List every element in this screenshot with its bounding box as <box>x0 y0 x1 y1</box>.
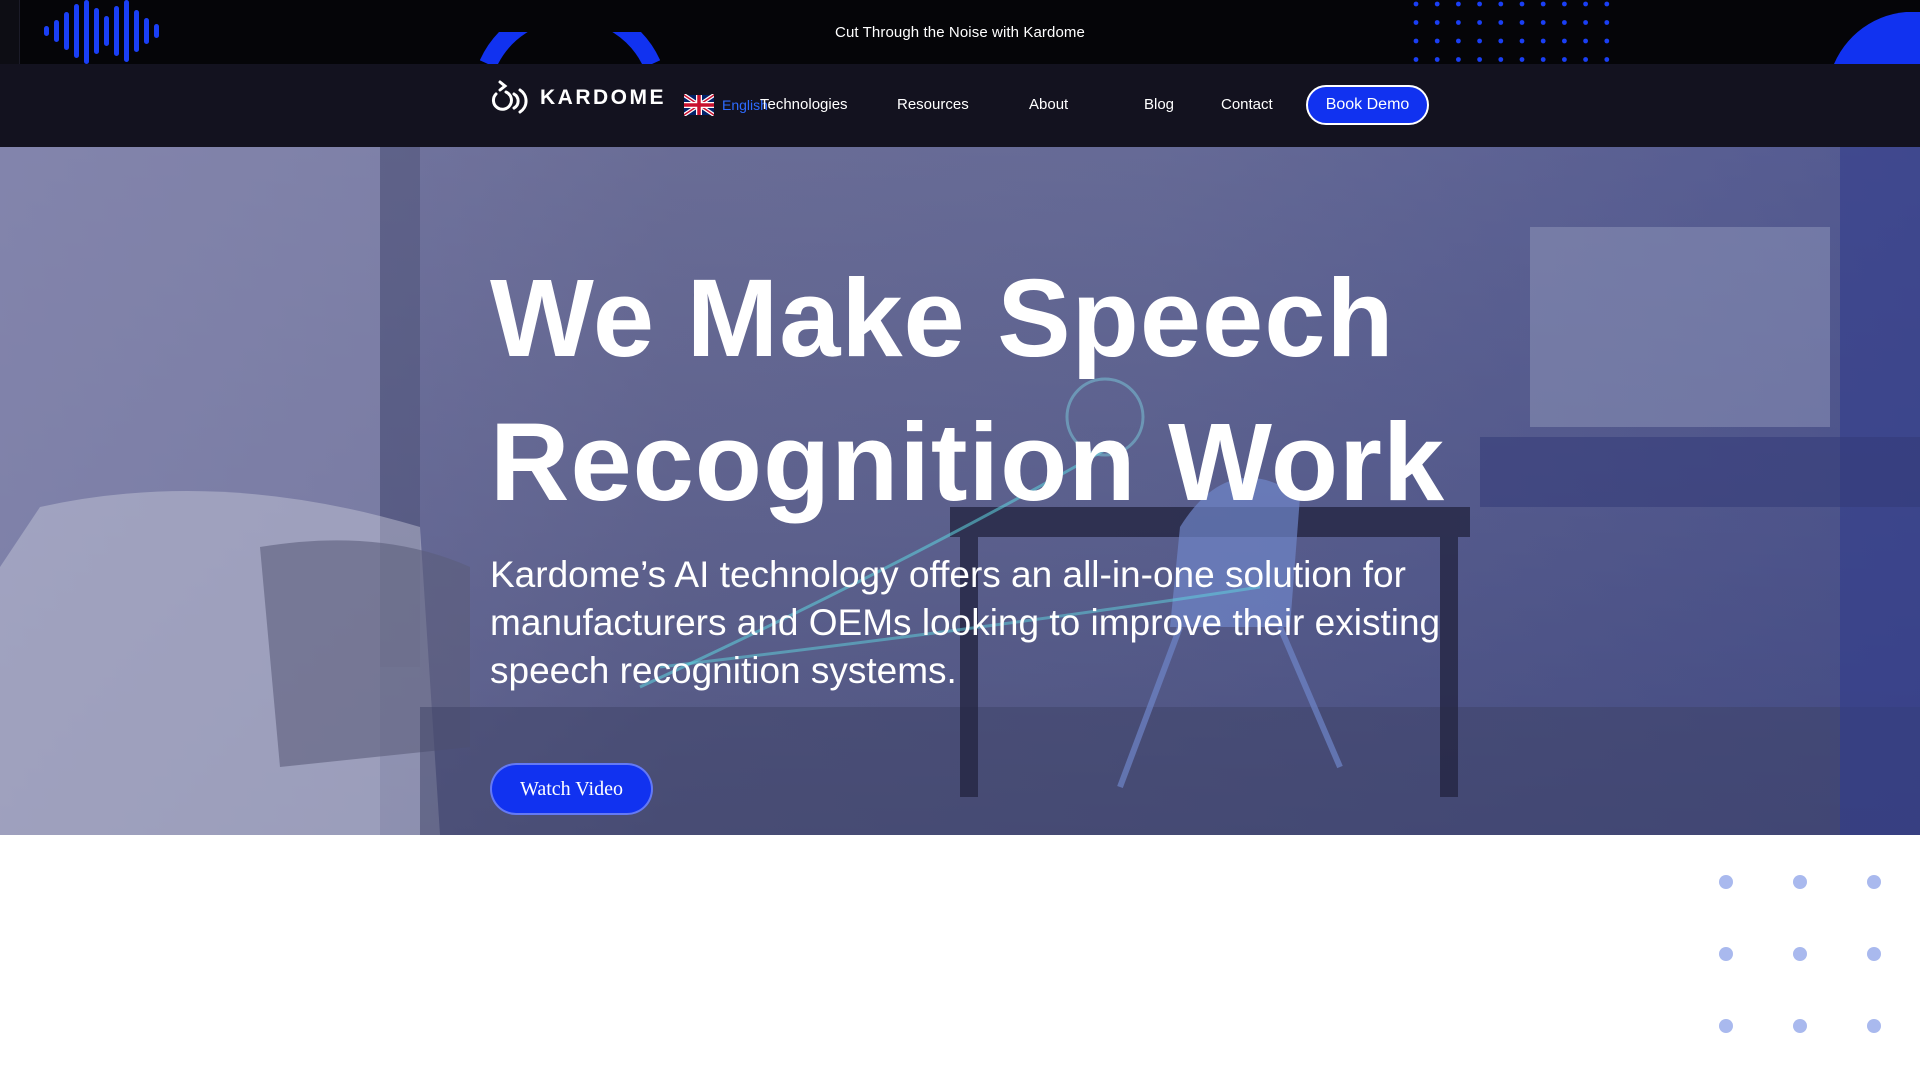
hero-title-line-1: We Make Speech <box>490 257 1395 380</box>
uk-flag-icon <box>684 94 714 116</box>
book-demo-button[interactable]: Book Demo <box>1306 85 1429 125</box>
main-nav: KARDOME English Technologies Resources A… <box>0 64 1920 147</box>
nav-link-contact[interactable]: Contact <box>1221 96 1273 113</box>
watch-video-button[interactable]: Watch Video <box>490 763 653 815</box>
kardome-logo-icon <box>491 80 528 114</box>
decorative-dot-grid <box>1719 875 1881 1033</box>
nav-link-about[interactable]: About <box>1029 96 1068 113</box>
site-logo[interactable]: KARDOME <box>490 78 666 118</box>
nav-link-technologies[interactable]: Technologies <box>760 96 848 113</box>
hero-title: We Make Speech Recognition Work <box>490 247 1490 535</box>
promo-text: Cut Through the Noise with Kardome <box>835 23 1085 41</box>
language-selector[interactable]: English <box>684 94 768 116</box>
hero-section: We Make Speech Recognition Work Kardome’… <box>0 147 1920 835</box>
nav-link-blog[interactable]: Blog <box>1144 96 1174 113</box>
promo-bar: Cut Through the Noise with Kardome <box>0 0 1920 64</box>
hero-title-line-2: Recognition Work <box>490 401 1446 524</box>
hero-subtitle: Kardome’s AI technology offers an all-in… <box>490 554 1441 691</box>
nav-link-resources[interactable]: Resources <box>897 96 969 113</box>
logo-text: KARDOME <box>540 86 666 109</box>
